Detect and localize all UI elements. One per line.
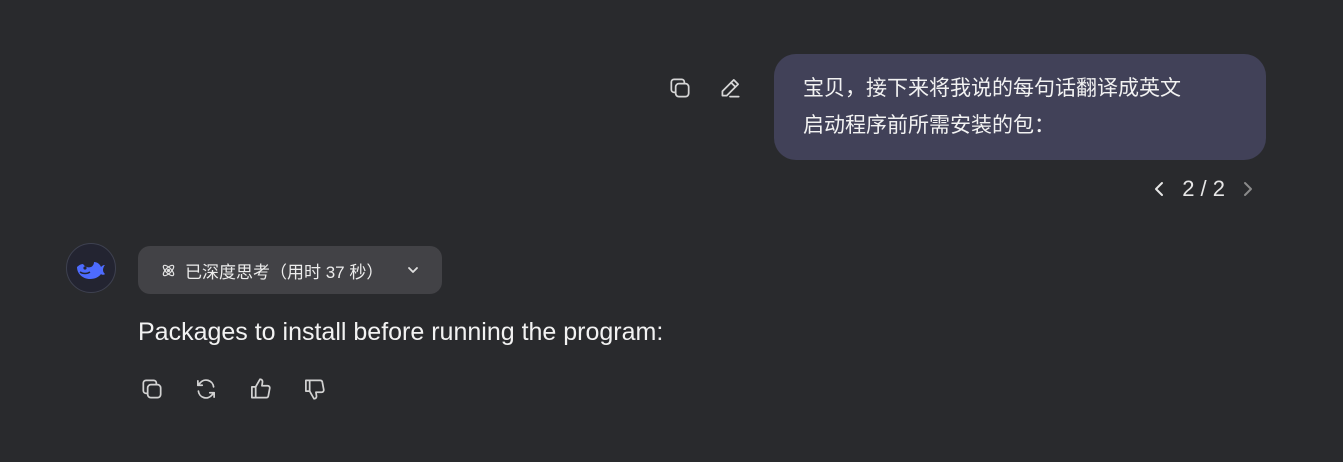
- user-message-actions: [664, 72, 746, 104]
- pager-text: 2 / 2: [1182, 176, 1225, 201]
- thumbs-down-icon[interactable]: [298, 373, 330, 405]
- assistant-actions: [136, 373, 330, 405]
- chevron-down-icon: [408, 267, 418, 273]
- thinking-label: 已深度思考（用时 37 秒）: [185, 262, 384, 282]
- user-message-line-1: 宝贝，接下来将我说的每句话翻译成英文: [803, 77, 1181, 100]
- deep-thinking-toggle[interactable]: 已深度思考（用时 37 秒）: [138, 246, 442, 294]
- user-message-row: 宝贝，接下来将我说的每句话翻译成英文 启动程序前所需安装的包：: [664, 54, 1266, 160]
- chat-page: 宝贝，接下来将我说的每句话翻译成英文 启动程序前所需安装的包： 2 / 2 已深…: [0, 0, 1343, 462]
- user-message-bubble: 宝贝，接下来将我说的每句话翻译成英文 启动程序前所需安装的包：: [774, 54, 1266, 160]
- thumbs-up-icon[interactable]: [244, 373, 276, 405]
- regenerate-icon[interactable]: [190, 373, 222, 405]
- atom-icon: [162, 264, 175, 276]
- edit-icon[interactable]: [714, 72, 746, 104]
- message-version-pager: 2 / 2: [1150, 176, 1257, 202]
- chevron-right-icon[interactable]: [1239, 177, 1257, 201]
- assistant-avatar: [66, 243, 116, 293]
- chevron-left-icon[interactable]: [1150, 177, 1168, 201]
- assistant-answer: Packages to install before running the p…: [138, 318, 664, 346]
- copy-icon[interactable]: [664, 72, 696, 104]
- copy-icon[interactable]: [136, 373, 168, 405]
- user-message-line-2: 启动程序前所需安装的包：: [803, 114, 1055, 137]
- whale-logo-icon: [77, 262, 105, 279]
